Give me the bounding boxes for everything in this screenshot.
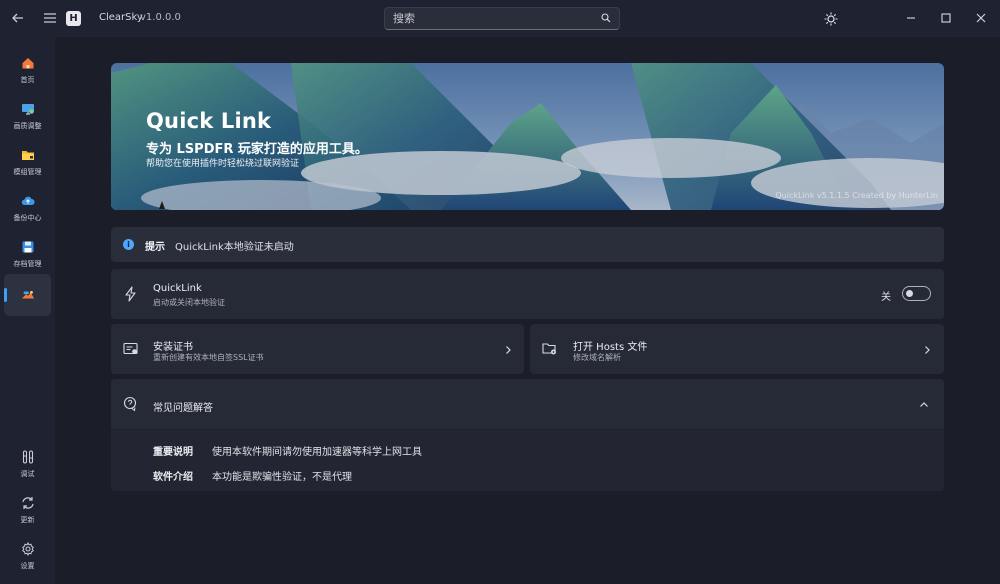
banner-description: 帮助您在使用插件时轻松绕过联网验证 [146,159,300,169]
cloud-icon [21,194,35,208]
sidebar-item-debug[interactable]: 调试 [4,443,51,485]
install-cert-card[interactable]: 安装证书 重新创建有效本地自签SSL证书 [111,324,524,374]
sidebar-item-backup[interactable]: 备份中心 [4,187,51,229]
display-icon [21,102,35,116]
info-bar: i 提示 QuickLink本地验证未启动 [111,227,944,262]
faq-item-key: 重要说明 [153,447,193,458]
hero-banner: Quick Link 专为 LSPDFR 玩家打造的应用工具。 帮助您在使用插件… [111,63,944,210]
banner-subtitle: 专为 LSPDFR 玩家打造的应用工具。 [146,142,368,157]
quicklink-toggle[interactable] [902,286,931,301]
search-icon[interactable] [601,12,611,26]
sidebar-item-label: 更新 [20,515,35,524]
toggle-knob [906,290,913,297]
quicklink-setting-card: QuickLink 启动或关闭本地验证 关 [111,269,944,319]
sidebar-item-label: 备份中心 [13,213,42,222]
quicklink-description: 启动或关闭本地验证 [153,298,225,307]
app-version: v1.0.0.0 [140,12,181,23]
minimize-icon[interactable] [903,10,919,26]
sidebar-item-mods[interactable]: 模组管理 [4,141,51,183]
sidebar-item-label: 设置 [20,561,35,570]
lightning-icon [124,286,138,305]
quicklink-title: QuickLink [153,283,202,294]
info-bar-title: 提示 [145,242,165,253]
folder-icon [21,148,35,162]
back-arrow-icon[interactable] [10,10,26,26]
install-cert-title: 安装证书 [153,342,193,353]
banner-credit: QuickLink v5.1.1.5 Created by HunterLin [775,191,938,200]
tools-icon [21,449,35,464]
main-content: Quick Link 专为 LSPDFR 玩家打造的应用工具。 帮助您在使用插件… [55,37,1000,584]
theme-toggle-sun-icon[interactable] [823,11,839,27]
sidebar-item-label: 调试 [20,469,35,478]
mountain-landscape-image [111,63,944,210]
refresh-icon [21,496,35,510]
search-box [384,7,620,30]
certificate-icon [123,342,139,359]
chevron-right-icon [503,344,513,354]
faq-item-value: 本功能是欺骗性验证，不是代理 [212,472,352,483]
search-input[interactable] [393,12,601,25]
sidebar-item-label: 首页 [20,75,35,84]
sidebar-item-label: 模组管理 [13,167,42,176]
sidebar-item-home[interactable]: 首页 [4,49,51,91]
faq-expander: 常见问题解答 重要说明 使用本软件期间请勿使用加速器等科学上网工具 软件介绍 本… [111,379,944,491]
faq-item-value: 使用本软件期间请勿使用加速器等科学上网工具 [212,447,422,458]
maximize-icon[interactable] [938,10,954,26]
close-icon[interactable] [973,10,989,26]
banner-title: Quick Link [146,109,272,133]
sidebar-item-label: 存档管理 [13,259,42,268]
sidebar-item-update[interactable]: 更新 [4,489,51,531]
open-hosts-title: 打开 Hosts 文件 [573,342,648,353]
save-icon [21,240,35,254]
sidebar-item-quicklink[interactable] [4,274,51,316]
sidebar-item-saves[interactable]: 存档管理 [4,233,51,275]
sidebar-item-settings[interactable]: 设置 [4,535,51,577]
chevron-right-icon [922,344,932,354]
gear-icon [21,541,35,556]
chevron-up-icon[interactable] [919,399,929,409]
info-icon: i [123,239,134,250]
app-title: ClearSky [99,12,143,23]
sidebar: 首页 画质调整 模组管理 备份中心 存档管理 调试 更新 设置 [0,37,55,584]
toggle-state-label: 关 [881,292,891,303]
link-tool-icon [21,288,35,302]
info-bar-message: QuickLink本地验证未启动 [175,242,294,253]
folder-settings-icon [542,342,558,359]
faq-header[interactable]: 常见问题解答 [111,379,944,429]
open-hosts-card[interactable]: 打开 Hosts 文件 修改域名解析 [530,324,944,374]
faq-item-key: 软件介绍 [153,472,193,483]
chat-help-icon [123,396,139,415]
sidebar-item-display[interactable]: 画质调整 [4,95,51,137]
open-hosts-description: 修改域名解析 [573,353,621,362]
home-icon [21,56,35,70]
faq-title: 常见问题解答 [153,403,213,414]
title-bar: H ClearSky v1.0.0.0 [0,0,1000,37]
faq-body: 重要说明 使用本软件期间请勿使用加速器等科学上网工具 软件介绍 本功能是欺骗性验… [111,430,944,491]
install-cert-description: 重新创建有效本地自签SSL证书 [153,353,264,362]
app-logo-icon: H [66,11,81,26]
sidebar-item-label: 画质调整 [13,121,42,130]
hamburger-menu-icon[interactable] [42,10,58,26]
